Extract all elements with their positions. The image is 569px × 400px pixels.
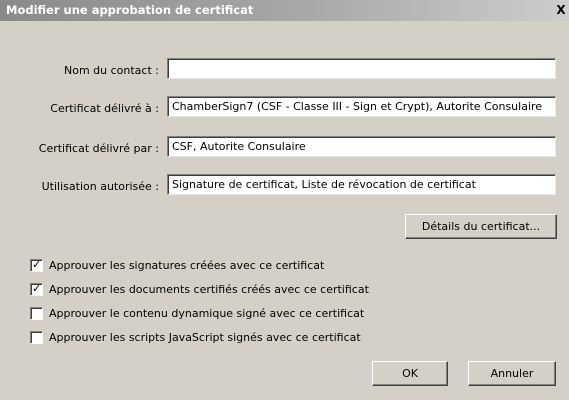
approve-signatures-checkbox-row[interactable]: ✓ Approuver les signatures créées avec c… (30, 258, 324, 272)
issued-by-field[interactable]: CSF, Autorite Consulaire (167, 136, 556, 157)
window-title: Modifier une approbation de certificat (6, 3, 254, 17)
allowed-usage-label: Utilisation autorisée : (41, 180, 159, 193)
contact-name-input[interactable] (167, 58, 556, 79)
close-icon[interactable]: X (553, 2, 569, 18)
issued-to-label: Certificat délivré à : (50, 102, 159, 115)
certificate-details-button[interactable]: Détails du certificat... (405, 214, 557, 239)
approve-dynamic-content-label: Approuver le contenu dynamique signé ave… (49, 306, 365, 320)
approve-dynamic-content-checkbox[interactable] (30, 306, 43, 320)
cancel-button[interactable]: Annuler (468, 361, 556, 386)
allowed-usage-field[interactable]: Signature de certificat, Liste de révoca… (167, 174, 556, 195)
approve-signatures-label: Approuver les signatures créées avec ce … (49, 258, 325, 272)
contact-name-label: Nom du contact : (64, 64, 159, 77)
approve-certified-docs-checkbox[interactable]: ✓ (30, 281, 43, 296)
issued-to-field[interactable]: ChamberSign7 (CSF - Classe III - Sign et… (167, 96, 556, 117)
approve-dynamic-content-checkbox-row[interactable]: Approuver le contenu dynamique signé ave… (30, 306, 364, 320)
check-icon: ✓ (32, 281, 42, 295)
approve-certified-docs-checkbox-row[interactable]: ✓ Approuver les documents certifiés créé… (30, 282, 369, 296)
certificate-trust-dialog: Modifier une approbation de certificat X… (0, 0, 569, 400)
approve-javascript-label: Approuver les scripts JavaScript signés … (49, 330, 361, 344)
approve-signatures-checkbox[interactable]: ✓ (30, 257, 43, 272)
check-icon: ✓ (32, 257, 42, 271)
issued-by-label: Certificat délivré par : (38, 142, 159, 155)
title-bar[interactable]: Modifier une approbation de certificat X (0, 0, 569, 21)
approve-javascript-checkbox[interactable] (30, 330, 43, 344)
approve-javascript-checkbox-row[interactable]: Approuver les scripts JavaScript signés … (30, 330, 361, 344)
approve-certified-docs-label: Approuver les documents certifiés créés … (49, 282, 369, 296)
ok-button[interactable]: OK (372, 361, 448, 386)
